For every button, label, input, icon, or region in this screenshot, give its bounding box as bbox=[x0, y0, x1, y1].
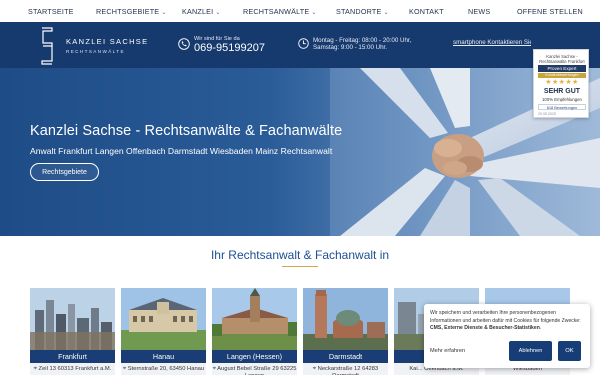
nav-item-rechtsgebiete[interactable]: RECHTSGEBIETE ⌄ bbox=[96, 7, 167, 16]
clock-icon bbox=[298, 38, 309, 49]
location-address: ⌖ Sternstraße 20, 63450 Hanau bbox=[121, 363, 206, 375]
hero-title: Kanzlei Sachse - Rechtsanwälte & Fachanw… bbox=[30, 123, 343, 139]
proven-expert-logo: Proven Expert bbox=[538, 65, 586, 72]
nav-item-startseite[interactable]: STARTSEITE bbox=[28, 7, 74, 16]
proven-expert-badge[interactable]: Kanzlei Sachse - Rechtsanwälte Frankfurt… bbox=[533, 49, 589, 118]
langen-church-photo bbox=[212, 288, 297, 350]
cookie-deny-button[interactable]: Ablehnen bbox=[509, 341, 552, 361]
hero-subtitle: Anwalt Frankfurt Langen Offenbach Darmst… bbox=[30, 146, 333, 156]
cookie-text: Wir speichern und verarbeiten Ihre perso… bbox=[430, 310, 581, 332]
badge-date: 20.05.2025 bbox=[538, 112, 556, 116]
nav-item-kanzlei[interactable]: KANZLEI ⌄ bbox=[182, 7, 221, 16]
badge-rating-label: Kundenbewertungen bbox=[538, 73, 586, 78]
cookie-ok-button[interactable]: OK bbox=[558, 341, 581, 361]
frankfurt-skyline-photo bbox=[30, 288, 115, 350]
nav-item-news[interactable]: NEWS bbox=[468, 7, 490, 16]
chevron-down-icon: ⌄ bbox=[383, 10, 389, 16]
location-city: Langen (Hessen) bbox=[212, 350, 297, 363]
smartphone-contact-link[interactable]: smartphone Kontaktieren Sie uns bbox=[453, 39, 531, 46]
map-pin-icon: ⌖ bbox=[122, 366, 127, 372]
title-divider bbox=[282, 266, 318, 267]
phone-icon bbox=[178, 38, 190, 50]
location-card-hanau[interactable]: Hanau ⌖ Sternstraße 20, 63450 Hanau bbox=[121, 288, 206, 375]
map-pin-icon: ⌖ bbox=[33, 366, 37, 372]
location-city: Hanau bbox=[121, 350, 206, 363]
nav-item-rechtsanwaelte[interactable]: RECHTSANWÄLTE ⌄ bbox=[243, 7, 317, 16]
hero-banner: Kanzlei Sachse - Rechtsanwälte & Fachanw… bbox=[0, 68, 600, 236]
location-address: ⌖ Zeil 13 60313 Frankfurt a.M. bbox=[30, 363, 115, 375]
hanau-palace-photo bbox=[121, 288, 206, 350]
main-navigation: STARTSEITE RECHTSGEBIETE ⌄ KANZLEI ⌄ RECHT… bbox=[0, 0, 600, 22]
location-card-darmstadt[interactable]: Darmstadt ⌖ Neckarstraße 12 64283 Darmst… bbox=[303, 288, 388, 375]
logo-text[interactable]: KANZLEI SACHSE RECHTSANWÄLTE bbox=[66, 37, 148, 54]
locations-title: Ihr Rechtsanwalt & Fachanwalt in bbox=[210, 248, 390, 262]
nav-item-standorte[interactable]: STANDORTE ⌄ bbox=[336, 7, 389, 16]
darmstadt-tower-photo bbox=[303, 288, 388, 350]
badge-recommendation: 100% Empfehlungen bbox=[542, 97, 582, 102]
location-card-frankfurt[interactable]: Frankfurt ⌖ Zeil 13 60313 Frankfurt a.M. bbox=[30, 288, 115, 375]
location-address: ⌖ August Bebel Straße 29 63225 Langen bbox=[212, 363, 297, 375]
chevron-down-icon: ⌄ bbox=[215, 10, 221, 16]
nav-item-kontakt[interactable]: KONTAKT bbox=[409, 7, 444, 16]
map-pin-icon: ⌖ bbox=[312, 366, 317, 372]
location-city: Frankfurt bbox=[30, 350, 115, 363]
star-rating-icon: ★★★★★ bbox=[545, 79, 579, 86]
rechtsgebiete-button[interactable]: Rechtsgebiete bbox=[30, 163, 99, 181]
badge-reviews-link[interactable]: 618 Bewertungen bbox=[538, 104, 586, 110]
kanzlei-logo-icon[interactable] bbox=[38, 27, 56, 65]
chevron-down-icon: ⌄ bbox=[161, 10, 167, 16]
cookie-consent-banner: Wir speichern und verarbeiten Ihre perso… bbox=[424, 304, 590, 368]
phone-number[interactable]: 069-95199207 bbox=[194, 42, 265, 54]
location-card-langen[interactable]: Langen (Hessen) ⌖ August Bebel Straße 29… bbox=[212, 288, 297, 375]
chevron-down-icon: ⌄ bbox=[311, 10, 317, 16]
location-city: Darmstadt bbox=[303, 350, 388, 363]
location-address: ⌖ Neckarstraße 12 64283 Darmstadt bbox=[303, 363, 388, 375]
map-pin-icon: ⌖ bbox=[212, 366, 216, 372]
badge-verdict: SEHR GUT bbox=[543, 88, 581, 95]
cookie-more-link[interactable]: Mehr erfahren bbox=[430, 348, 465, 354]
nav-item-offene-stellen[interactable]: OFFENE STELLEN bbox=[517, 7, 583, 16]
